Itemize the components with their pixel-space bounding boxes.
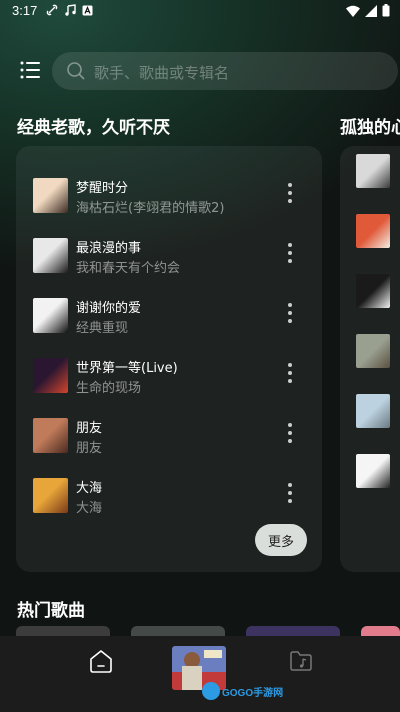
watermark-text: GOGO手游网 xyxy=(222,687,284,699)
album-cover[interactable] xyxy=(356,334,390,368)
song-subtitle: 经典重现 xyxy=(76,321,129,336)
song-title: 朋友 xyxy=(76,421,103,436)
search-placeholder: 歌手、歌曲或专辑名 xyxy=(94,64,230,82)
status-icons-left xyxy=(46,4,93,16)
list-menu-icon xyxy=(20,61,40,79)
song-subtitle: 生命的现场 xyxy=(76,381,142,396)
more-vertical-icon[interactable] xyxy=(280,480,300,506)
song-title: 大海 xyxy=(76,481,103,496)
status-time: 3:17 xyxy=(12,3,38,18)
classic-songs-card: 梦醒时分 海枯石烂(李翊君的情歌2) 最浪漫的事 我和春天有个约会 谢谢你的爱 … xyxy=(16,146,322,572)
song-title: 谢谢你的爱 xyxy=(76,301,142,316)
album-cover[interactable] xyxy=(356,394,390,428)
search-icon xyxy=(67,62,85,80)
section-title-hot: 热门歌曲 xyxy=(17,601,85,621)
home-icon[interactable] xyxy=(88,648,114,674)
more-vertical-icon[interactable] xyxy=(280,360,300,386)
bottom-navigation: GOGO手游网 xyxy=(0,636,400,712)
watermark-logo-icon xyxy=(202,682,220,700)
more-vertical-icon[interactable] xyxy=(280,240,300,266)
album-cover xyxy=(33,178,68,213)
watermark: GOGO手游网 xyxy=(202,682,283,700)
song-row-3[interactable]: 谢谢你的爱 经典重现 xyxy=(16,290,322,346)
song-row-4[interactable]: 世界第一等(Live) 生命的现场 xyxy=(16,350,322,406)
album-cover xyxy=(33,358,68,393)
status-icons-right xyxy=(346,4,390,17)
section-title-classic: 经典老歌，久听不厌 xyxy=(17,118,170,138)
link-icon xyxy=(46,4,58,16)
song-subtitle: 我和春天有个约会 xyxy=(76,261,181,276)
song-row-1[interactable]: 梦醒时分 海枯石烂(李翊君的情歌2) xyxy=(16,170,322,226)
status-bar: 3:17 xyxy=(0,0,400,24)
song-subtitle: 朋友 xyxy=(76,441,103,456)
more-vertical-icon[interactable] xyxy=(280,300,300,326)
font-icon xyxy=(82,5,93,15)
song-subtitle: 大海 xyxy=(76,501,103,516)
album-cover xyxy=(33,298,68,333)
signal-icon xyxy=(365,4,377,17)
more-vertical-icon[interactable] xyxy=(280,180,300,206)
song-title: 最浪漫的事 xyxy=(76,241,142,256)
music-note-icon xyxy=(65,4,76,16)
wifi-icon xyxy=(346,5,360,17)
album-cover[interactable] xyxy=(356,154,390,188)
album-cover[interactable] xyxy=(356,214,390,248)
more-vertical-icon[interactable] xyxy=(280,420,300,446)
song-row-6[interactable]: 大海 大海 xyxy=(16,470,322,526)
search-input[interactable]: 歌手、歌曲或专辑名 xyxy=(52,52,398,90)
album-cover[interactable] xyxy=(356,454,390,488)
album-cover xyxy=(33,238,68,273)
album-cover[interactable] xyxy=(356,274,390,308)
album-cover xyxy=(33,478,68,513)
song-row-2[interactable]: 最浪漫的事 我和春天有个约会 xyxy=(16,230,322,286)
song-title: 梦醒时分 xyxy=(76,181,129,196)
section-title-lonely: 孤独的心 xyxy=(340,118,400,138)
song-row-5[interactable]: 朋友 朋友 xyxy=(16,410,322,466)
more-button[interactable]: 更多 xyxy=(255,524,307,556)
music-folder-icon[interactable] xyxy=(288,648,314,674)
lonely-songs-card xyxy=(340,146,400,572)
menu-button[interactable] xyxy=(19,59,43,81)
battery-icon xyxy=(382,4,390,17)
album-cover xyxy=(33,418,68,453)
song-title: 世界第一等(Live) xyxy=(76,361,178,376)
song-subtitle: 海枯石烂(李翊君的情歌2) xyxy=(76,201,225,216)
